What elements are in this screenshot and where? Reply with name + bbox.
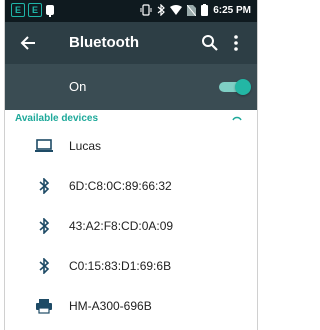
search-icon[interactable] xyxy=(201,34,219,52)
printer-icon xyxy=(33,296,55,316)
status-time: 6:25 PM xyxy=(213,4,251,16)
list-item-device[interactable]: 43:A2:F8:CD:0A:09 xyxy=(5,206,257,246)
bluetooth-icon xyxy=(33,176,55,196)
battery-icon xyxy=(201,4,209,16)
switch-knob xyxy=(235,79,251,95)
bluetooth-icon xyxy=(33,216,55,236)
device-name: 43:A2:F8:CD:0A:09 xyxy=(69,219,174,233)
status-bar: E E 6:25 PM xyxy=(5,0,257,22)
bluetooth-switch[interactable] xyxy=(219,79,251,95)
page-title: Bluetooth xyxy=(69,34,139,51)
bluetooth-icon xyxy=(33,256,55,276)
vibrate-icon xyxy=(140,4,152,16)
list-item-device[interactable]: Lucas xyxy=(5,126,257,166)
laptop-icon xyxy=(33,136,55,156)
list-item-device[interactable]: HM-A300-696B xyxy=(5,286,257,326)
scanning-spinner-icon xyxy=(232,116,242,121)
device-name: HM-A300-696B xyxy=(69,299,152,313)
bluetooth-icon xyxy=(157,4,166,16)
back-arrow-icon[interactable] xyxy=(19,34,37,52)
device-name: 6D:C8:0C:89:66:32 xyxy=(69,179,172,193)
no-sim-icon xyxy=(187,4,197,16)
wifi-icon xyxy=(170,5,183,15)
section-header: Available devices xyxy=(15,113,99,124)
status-bar-left: E E xyxy=(11,3,55,17)
app-notification-icon: E xyxy=(11,3,25,17)
device-list: Lucas 6D:C8:0C:89:66:32 43:A2:F8:CD:0A:0… xyxy=(5,126,257,326)
android-debug-icon xyxy=(46,5,54,17)
status-bar-right: 6:25 PM xyxy=(140,4,251,16)
toggle-label: On xyxy=(69,79,87,94)
overflow-menu-icon[interactable] xyxy=(231,33,241,53)
phone-frame: E E 6:25 PM Bluetooth On Available devic… xyxy=(4,0,258,330)
list-item-device[interactable]: C0:15:83:D1:69:6B xyxy=(5,246,257,286)
device-name: C0:15:83:D1:69:6B xyxy=(69,259,172,273)
bluetooth-toggle-row[interactable]: On xyxy=(5,64,257,110)
device-name: Lucas xyxy=(69,139,102,153)
app-notification-icon: E xyxy=(28,3,42,17)
app-bar: Bluetooth xyxy=(5,22,257,64)
list-item-device[interactable]: 6D:C8:0C:89:66:32 xyxy=(5,166,257,206)
